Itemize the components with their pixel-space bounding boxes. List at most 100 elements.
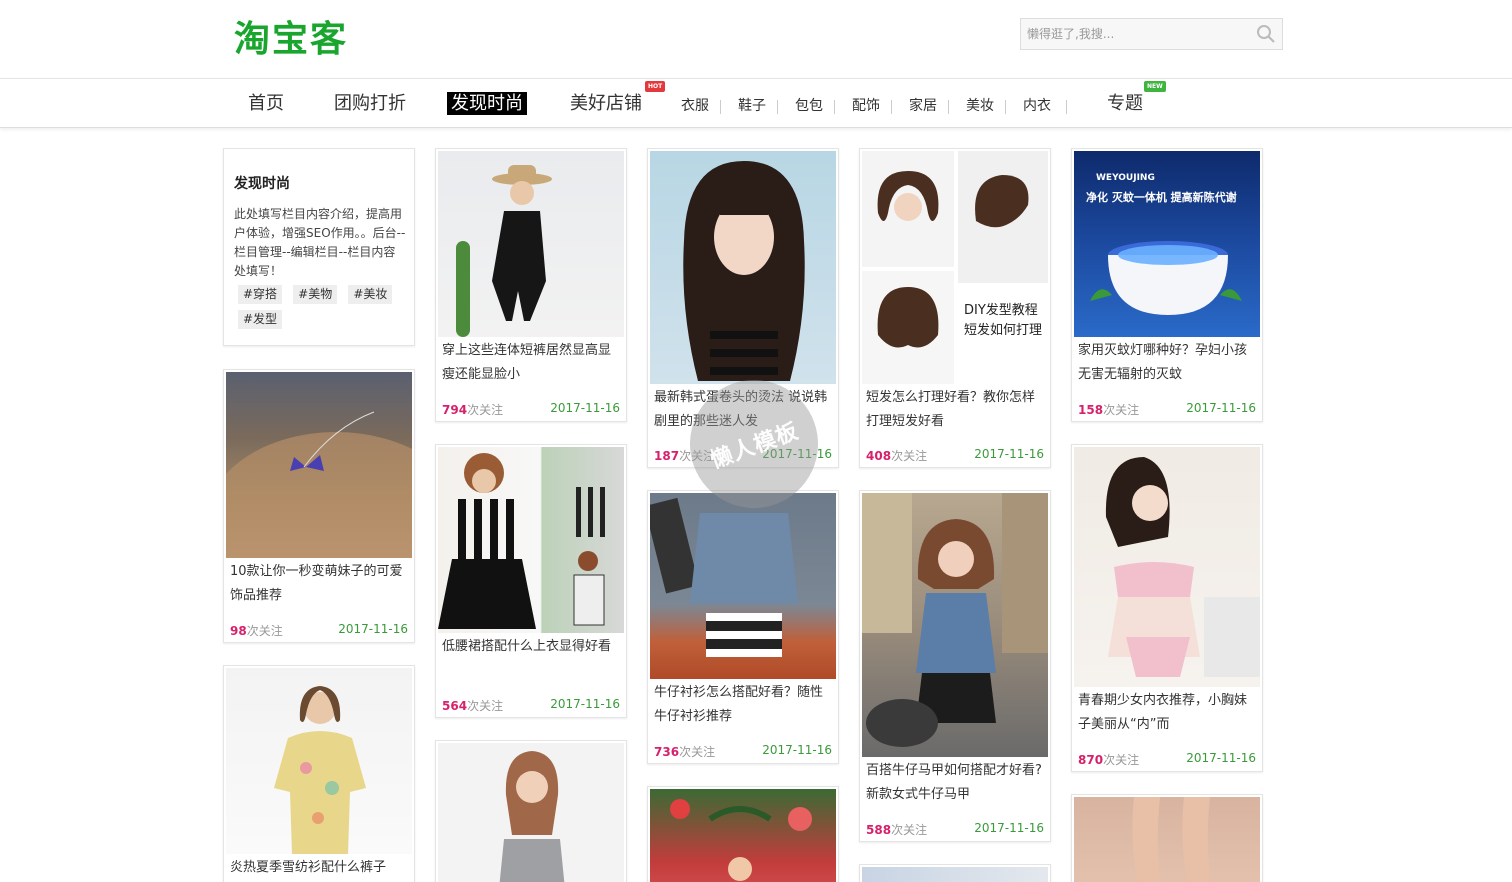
- hot-badge: HOT: [645, 81, 666, 92]
- follow-count: 588: [866, 823, 892, 837]
- nav-sub-underwear[interactable]: 内衣: [1023, 79, 1051, 129]
- legs-illustration: [1132, 797, 1211, 882]
- article-title[interactable]: 低腰裙搭配什么上衣显得好看: [442, 635, 618, 659]
- main-nav: 首页 团购打折 发现时尚 美好店铺 HOT 衣服 鞋子 包包 配饰 家居 美妆 …: [0, 78, 1512, 128]
- nav-divider: [720, 100, 721, 114]
- nav-sub-bags[interactable]: 包包: [795, 79, 823, 129]
- article-title[interactable]: 牛仔衬衫怎么搭配好看？随性牛仔衬衫推荐: [654, 681, 830, 729]
- nav-sub-home[interactable]: 家居: [909, 79, 937, 129]
- article-title[interactable]: 青春期少女内衣推荐，小胸妹子美丽从“内”而: [1078, 689, 1254, 737]
- article-meta: 736次关注 2017-11-16: [654, 743, 832, 759]
- nav-divider: [891, 100, 892, 114]
- publish-date: 2017-11-16: [1186, 401, 1256, 415]
- article-card[interactable]: 穿上这些连体短裤居然显高显瘦还能显脸小 794次关注 2017-11-16: [435, 148, 627, 422]
- article-image[interactable]: [1074, 447, 1260, 687]
- tag-makeup[interactable]: #美妆: [348, 285, 393, 304]
- article-card[interactable]: WEYOUJING 净化 灭蚊一体机 提高新陈代谢 家用灭蚊灯哪种好？孕妇小孩无…: [1071, 148, 1263, 422]
- nav-sub-accessories[interactable]: 配饰: [852, 79, 880, 129]
- tutorial-overlay-text: DIY发型教程 短发如何打理: [964, 303, 1043, 338]
- article-title[interactable]: 百搭牛仔马甲如何搭配才好看?新款女式牛仔马甲: [866, 759, 1042, 807]
- nav-divider: [834, 100, 835, 114]
- article-meta: 158次关注 2017-11-16: [1078, 401, 1256, 417]
- article-image[interactable]: [438, 447, 624, 633]
- follow-count: 187: [654, 449, 680, 463]
- publish-date: 2017-11-16: [1186, 751, 1256, 765]
- publish-date: 2017-11-16: [974, 447, 1044, 461]
- article-image[interactable]: [862, 867, 1048, 882]
- article-card[interactable]: [435, 740, 627, 882]
- nav-sub-shoes[interactable]: 鞋子: [738, 79, 766, 129]
- article-card[interactable]: 炎热夏季雪纺衫配什么裤子: [223, 665, 415, 882]
- nav-item-discover-fashion[interactable]: 发现时尚: [447, 79, 527, 129]
- tag-hairstyle[interactable]: #发型: [238, 310, 283, 329]
- article-title[interactable]: 最新韩式蛋卷头的烫法 说说韩剧里的那些迷人发: [654, 386, 830, 434]
- tag-outfit[interactable]: #穿搭: [238, 285, 283, 304]
- publish-date: 2017-11-16: [550, 401, 620, 415]
- nav-divider: [1066, 100, 1067, 114]
- intro-text: 此处填写栏目内容介绍，提高用户体验，增强SEO作用。。后台--栏目管理--编辑栏…: [234, 207, 406, 278]
- article-image[interactable]: [650, 493, 836, 679]
- article-card[interactable]: DIY发型教程 短发如何打理 短发怎么打理好看？教你怎样打理短发好看 408次关…: [859, 148, 1051, 468]
- article-title[interactable]: 炎热夏季雪纺衫配什么裤子: [230, 856, 406, 880]
- tag-goods[interactable]: #美物: [293, 285, 338, 304]
- follow-count: 794: [442, 403, 468, 417]
- nav-sub-makeup[interactable]: 美妆: [966, 79, 994, 129]
- article-image[interactable]: [1074, 797, 1260, 882]
- article-title[interactable]: 10款让你一秒变萌妹子的可爱饰品推荐: [230, 560, 406, 608]
- article-image[interactable]: [438, 151, 624, 337]
- publish-date: 2017-11-16: [550, 697, 620, 711]
- search-input[interactable]: [1021, 19, 1251, 49]
- article-image[interactable]: [226, 668, 412, 854]
- search-box: [1020, 18, 1283, 50]
- product-brand-text: WEYOUJING: [1096, 173, 1155, 183]
- floral-blouse-illustration: [274, 686, 366, 854]
- publish-date: 2017-11-16: [338, 622, 408, 636]
- garden-illustration: [670, 799, 812, 881]
- article-image[interactable]: WEYOUJING 净化 灭蚊一体机 提高新陈代谢: [1074, 151, 1260, 337]
- article-meta: 564次关注 2017-11-16: [442, 697, 620, 713]
- article-title[interactable]: 短发怎么打理好看？教你怎样打理短发好看: [866, 386, 1042, 434]
- article-meta: 870次关注 2017-11-16: [1078, 751, 1256, 767]
- new-badge: NEW: [1144, 81, 1166, 92]
- follow-count: 158: [1078, 403, 1104, 417]
- article-card[interactable]: 低腰裙搭配什么上衣显得好看 564次关注 2017-11-16: [435, 444, 627, 718]
- article-meta: 187次关注 2017-11-16: [654, 447, 832, 463]
- nav-divider: [948, 100, 949, 114]
- article-image[interactable]: [862, 493, 1048, 757]
- follow-count: 408: [866, 449, 892, 463]
- article-card[interactable]: [647, 786, 839, 882]
- article-image[interactable]: [650, 151, 836, 384]
- denim-vest-illustration: [862, 493, 1048, 747]
- article-image[interactable]: DIY发型教程 短发如何打理: [862, 151, 1048, 384]
- intro-title: 发现时尚: [234, 176, 290, 192]
- search-icon: [1257, 25, 1275, 43]
- nav-item-shops[interactable]: 美好店铺 HOT: [570, 79, 666, 129]
- category-intro: 发现时尚 此处填写栏目内容介绍，提高用户体验，增强SEO作用。。后台--栏目管理…: [223, 148, 415, 346]
- article-card[interactable]: [859, 864, 1051, 882]
- article-meta: 588次关注 2017-11-16: [866, 821, 1044, 837]
- article-title[interactable]: 穿上这些连体短裤居然显高显瘦还能显脸小: [442, 339, 618, 387]
- article-card[interactable]: 百搭牛仔马甲如何搭配才好看?新款女式牛仔马甲 588次关注 2017-11-16: [859, 490, 1051, 842]
- article-image[interactable]: [650, 789, 836, 882]
- nav-sub-clothes[interactable]: 衣服: [681, 79, 709, 129]
- nav-item-topics[interactable]: 专题 NEW: [1107, 79, 1166, 129]
- article-image[interactable]: [438, 743, 624, 882]
- nav-item-group-buy[interactable]: 团购打折: [334, 79, 406, 129]
- site-header: 淘宝客: [0, 0, 1512, 78]
- nav-item-home[interactable]: 首页: [248, 79, 284, 129]
- article-image[interactable]: [226, 372, 412, 558]
- article-card[interactable]: 青春期少女内衣推荐，小胸妹子美丽从“内”而 870次关注 2017-11-16: [1071, 444, 1263, 772]
- search-button[interactable]: [1250, 19, 1282, 49]
- article-card[interactable]: [1071, 794, 1263, 882]
- article-card[interactable]: 10款让你一秒变萌妹子的可爱饰品推荐 98次关注 2017-11-16: [223, 369, 415, 643]
- camisole-illustration: [499, 751, 565, 882]
- follow-count: 564: [442, 699, 468, 713]
- article-meta: 794次关注 2017-11-16: [442, 401, 620, 417]
- article-card[interactable]: 牛仔衬衫怎么搭配好看？随性牛仔衬衫推荐 736次关注 2017-11-16: [647, 490, 839, 764]
- publish-date: 2017-11-16: [762, 447, 832, 461]
- nav-divider: [777, 100, 778, 114]
- jumpsuit-illustration: [456, 165, 552, 337]
- site-logo[interactable]: 淘宝客: [234, 10, 348, 62]
- article-title[interactable]: 家用灭蚊灯哪种好？孕妇小孩无害无辐射的灭蚊: [1078, 339, 1254, 387]
- article-card[interactable]: 最新韩式蛋卷头的烫法 说说韩剧里的那些迷人发 187次关注 2017-11-16: [647, 148, 839, 468]
